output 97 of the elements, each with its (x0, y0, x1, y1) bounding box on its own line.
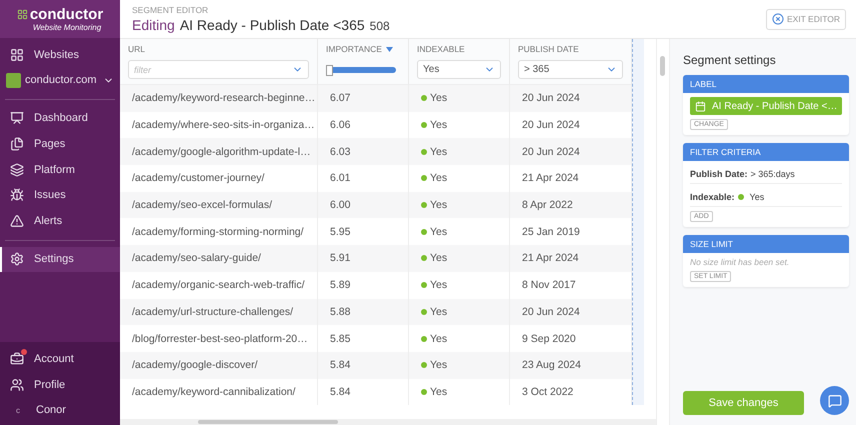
slider-thumb[interactable] (326, 65, 333, 76)
status-dot (421, 336, 427, 342)
people-icon (10, 378, 24, 392)
scrollbar-thumb[interactable] (660, 56, 665, 76)
indexable-cell: Yes (409, 352, 510, 379)
segment-tag: AI Ready - Publish Date <… (690, 97, 842, 115)
mode-label: Editing (132, 17, 175, 33)
url-cell: /academy/google-algorithm-update-l… (120, 138, 318, 166)
importance-cell: 5.91 (318, 245, 409, 272)
sort-icon[interactable] (386, 46, 393, 52)
status-dot (421, 255, 427, 262)
importance-cell: 6.07 (318, 85, 409, 112)
status-dot (421, 282, 427, 288)
importance-cell: 6.03 (318, 138, 409, 166)
card-heading: FILTER CRITERIA (683, 143, 850, 161)
status-dot (421, 388, 427, 395)
row-count: 508 (370, 19, 390, 33)
indexable-cell: Yes (409, 138, 510, 166)
date-cell: 8 Apr 2022 (510, 192, 632, 218)
nav-item[interactable]: c Conor (0, 397, 120, 423)
close-icon (772, 13, 784, 25)
calendar-icon (695, 100, 706, 112)
status-dot (421, 362, 427, 368)
panel-title: Segment settings (683, 53, 777, 67)
status-dot (421, 228, 427, 235)
importance-cell: 5.84 (318, 378, 409, 406)
url-cell: /academy/google-discover/ (120, 352, 318, 379)
nav-icon (10, 188, 24, 202)
nav-item[interactable]: Alerts (0, 208, 120, 234)
indexable-cell: Yes (409, 85, 510, 112)
indexable-cell: Yes (409, 192, 510, 218)
criterion-name: Publish Date: (690, 169, 748, 179)
status-dot (738, 194, 744, 200)
indexable-cell: Yes (409, 245, 510, 272)
importance-cell: 6.06 (318, 112, 409, 138)
status-dot (421, 122, 427, 128)
importance-cell: 5.84 (318, 352, 409, 379)
nav-icon (10, 214, 24, 228)
nav-item[interactable]: Profile (0, 372, 120, 398)
avatar-initial: c (15, 406, 21, 415)
criterion-value: Yes (750, 192, 764, 202)
nav-item[interactable]: Dashboard (0, 106, 120, 132)
column-title[interactable]: PUBLISH DATE (518, 44, 579, 54)
nav-item[interactable]: Issues (0, 182, 120, 208)
column-title[interactable]: URL (128, 44, 146, 54)
site-selector[interactable]: conductor.com (0, 68, 120, 93)
criterion-value: > 365:days (750, 169, 795, 179)
status-dot (421, 148, 427, 155)
filter-field[interactable]: filter (128, 60, 309, 79)
date-cell: 20 Jun 2024 (510, 85, 632, 112)
chat-icon (828, 394, 842, 408)
url-cell: /academy/url-structure-challenges/ (120, 298, 318, 326)
date-cell: 20 Jun 2024 (510, 298, 632, 326)
url-cell: /academy/seo-salary-guide/ (120, 245, 318, 272)
nav-item[interactable]: Websites (0, 42, 120, 68)
nav-item[interactable]: Settings (0, 246, 120, 272)
column-title[interactable]: INDEXABLE (417, 44, 465, 54)
date-cell: 20 Jun 2024 (510, 138, 632, 166)
segment-title: AI Ready - Publish Date <365 (180, 17, 365, 33)
column-title[interactable]: IMPORTANCE (326, 44, 382, 54)
nav-item[interactable]: Platform (0, 156, 120, 182)
date-cell: 3 Oct 2022 (510, 378, 632, 406)
chat-button[interactable] (820, 386, 850, 415)
nav-icon (10, 252, 24, 266)
nav-icon (10, 162, 24, 177)
indexable-cell: Yes (409, 112, 510, 138)
date-cell: 23 Aug 2024 (510, 352, 632, 379)
logo: conductor Website Monitoring (0, 0, 120, 38)
importance-cell: 6.00 (318, 192, 409, 218)
logo-icon (16, 9, 28, 20)
select-field[interactable]: Yes (417, 60, 501, 79)
url-cell: /academy/where-seo-sits-in-organiza… (120, 112, 318, 138)
status-dot (421, 175, 427, 182)
grid-icon (10, 48, 24, 62)
nav-icon (10, 111, 24, 126)
nav-item[interactable]: Pages (0, 131, 120, 157)
status-dot (421, 95, 427, 102)
date-cell: 20 Jun 2024 (510, 112, 632, 138)
date-cell: 21 Apr 2024 (510, 245, 632, 272)
site-icon (6, 72, 21, 88)
status-dot (421, 308, 427, 315)
criterion-name: Indexable: (690, 192, 735, 202)
scrollbar-thumb[interactable] (198, 420, 338, 424)
card-heading: LABEL (683, 75, 850, 93)
url-cell: /academy/keyword-cannibalization/ (120, 378, 318, 406)
select-field[interactable]: > 365 (518, 60, 623, 79)
indexable-cell: Yes (409, 298, 510, 326)
nav-item[interactable]: Account (0, 346, 120, 372)
section-label: SEGMENT EDITOR (132, 5, 210, 15)
indexable-cell: Yes (409, 378, 510, 406)
size-note: No size limit has been set. (690, 257, 790, 267)
nav-icon (10, 136, 24, 151)
status-dot (421, 202, 427, 208)
url-cell: /academy/seo-excel-formulas/ (120, 192, 318, 218)
url-cell: /academy/keyword-research-beginne… (120, 85, 318, 112)
card-heading: SIZE LIMIT (683, 235, 850, 253)
importance-cell: 5.88 (318, 298, 409, 326)
